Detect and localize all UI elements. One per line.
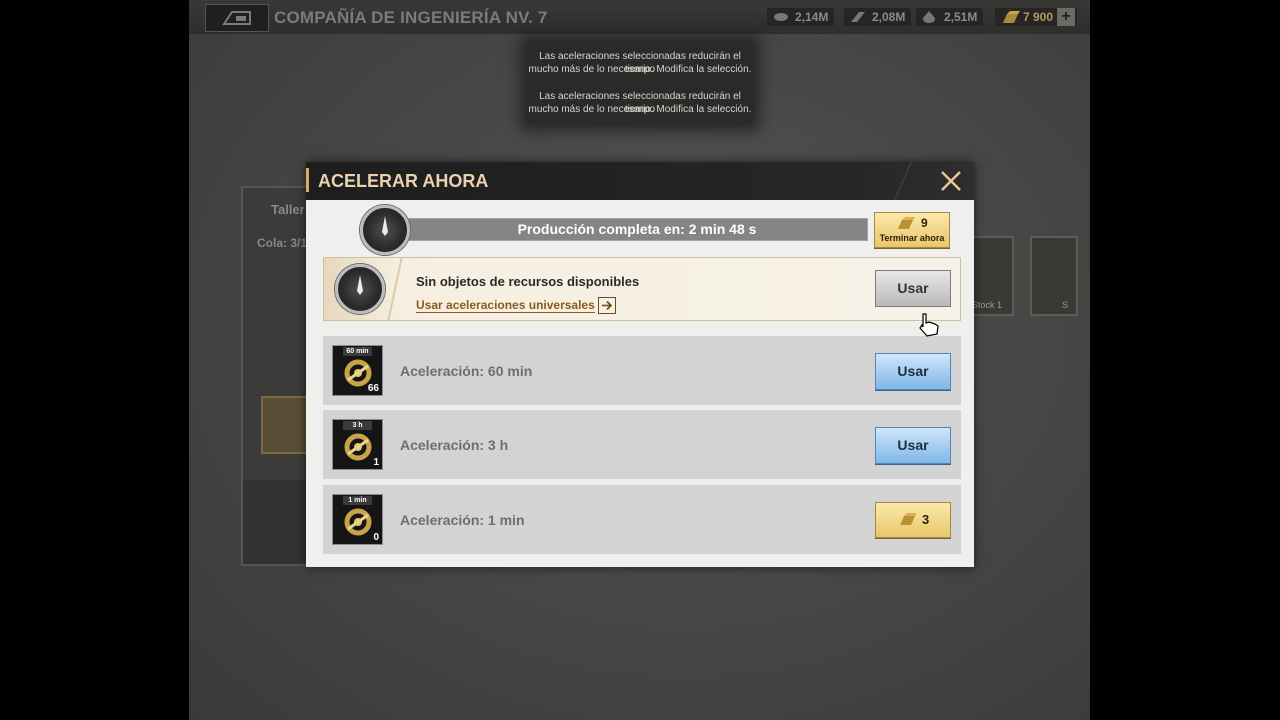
gold-icon xyxy=(900,513,917,525)
no-resources-text: Sin objetos de recursos disponibles xyxy=(416,274,640,289)
speedup-gear-icon xyxy=(344,508,372,536)
resource-steel[interactable]: 2,08M xyxy=(844,8,912,26)
timer-clock-icon xyxy=(335,264,385,314)
stock-slot: Stock 1 xyxy=(968,236,1014,316)
speedup-row: 1 min 0 Aceleración: 1 min 3 xyxy=(323,485,961,554)
gold-icon xyxy=(1003,11,1020,23)
speedup-label: Aceleración: 1 min xyxy=(400,512,525,528)
timer-clock-icon xyxy=(360,205,410,255)
workshop-label: Taller xyxy=(271,202,305,217)
buy-speedup-button[interactable]: 3 xyxy=(875,502,951,538)
stock-slot-label: Stock 1 xyxy=(972,300,1003,310)
finish-now-label: Terminar ahora xyxy=(879,233,945,243)
game-screen: COMPAÑÍA DE INGENIERÍA NV. 7 2,14M 2,08M… xyxy=(189,0,1090,720)
top-bar: COMPAÑÍA DE INGENIERÍA NV. 7 2,14M 2,08M… xyxy=(189,0,1090,34)
hand-cursor-icon xyxy=(919,313,939,337)
speedup-duration-tag: 3 h xyxy=(343,421,372,430)
speedup-row: 3 h 1 Aceleración: 3 h Usar xyxy=(323,410,961,479)
speedup-dialog: ACELERAR AHORA Producción completa en: 2… xyxy=(306,162,974,567)
speedup-count: 1 xyxy=(373,457,379,468)
production-time-text: Producción completa en: 2 min 48 s xyxy=(517,221,757,237)
resource-wood-value: 2,14M xyxy=(795,10,829,24)
speedup-label: Aceleración: 60 min xyxy=(400,363,533,379)
tooltip-line: mucho más de lo necesario. Modifica la s… xyxy=(528,104,752,115)
use-speedup-button[interactable]: Usar xyxy=(875,427,951,464)
back-button[interactable] xyxy=(205,4,269,32)
warning-tooltip: Las aceleraciones seleccionadas reducirá… xyxy=(527,42,753,124)
buy-gold-button[interactable]: + xyxy=(1057,8,1075,26)
gold-icon xyxy=(898,217,915,229)
back-arrow-icon xyxy=(222,11,251,25)
oil-icon xyxy=(923,11,935,23)
close-icon[interactable] xyxy=(936,166,966,196)
steel-icon xyxy=(851,12,865,22)
universal-speedups-link[interactable]: Usar aceleraciones universales xyxy=(416,298,595,313)
dialog-header: ACELERAR AHORA xyxy=(306,162,974,200)
production-progress-bar: Producción completa en: 2 min 48 s xyxy=(406,218,868,241)
speedup-gear-icon xyxy=(344,433,372,461)
speedup-label: Aceleración: 3 h xyxy=(400,437,509,453)
speedup-duration-tag: 1 min xyxy=(343,496,372,505)
resource-wood[interactable]: 2,14M xyxy=(767,8,835,26)
finish-now-cost: 9 xyxy=(921,216,928,230)
resource-oil-value: 2,51M xyxy=(944,10,978,24)
dialog-title: ACELERAR AHORA xyxy=(318,171,489,191)
finish-now-button[interactable]: 9 Terminar ahora xyxy=(874,212,950,248)
stock-slot-2: S xyxy=(1030,236,1078,316)
resource-steel-value: 2,08M xyxy=(872,10,906,24)
resource-items-panel: Sin objetos de recursos disponibles Usar… xyxy=(323,257,961,321)
page-title: COMPAÑÍA DE INGENIERÍA NV. 7 xyxy=(274,8,548,27)
speedup-row: 60 min 66 Aceleración: 60 min Usar xyxy=(323,336,961,405)
buy-speedup-cost: 3 xyxy=(922,512,930,527)
speedup-count: 0 xyxy=(373,532,379,543)
resource-oil[interactable]: 2,51M xyxy=(916,8,984,26)
stock-slot-2-label: S xyxy=(1062,300,1069,310)
wood-icon xyxy=(774,13,788,21)
use-resource-button[interactable]: Usar xyxy=(875,270,951,307)
speedup-item-icon: 60 min 66 xyxy=(332,345,383,396)
speedup-item-icon: 3 h 1 xyxy=(332,419,383,470)
speedup-count: 66 xyxy=(367,383,379,394)
speedup-duration-tag: 60 min xyxy=(343,347,372,356)
queue-label: Cola: 3/1 xyxy=(257,236,308,250)
arrow-right-icon[interactable] xyxy=(598,297,616,314)
tooltip-line: mucho más de lo necesario. Modifica la s… xyxy=(528,64,752,75)
speedup-item-icon: 1 min 0 xyxy=(332,494,383,545)
use-speedup-button[interactable]: Usar xyxy=(875,353,951,390)
resource-gold-value: 7 900 xyxy=(1023,10,1054,24)
